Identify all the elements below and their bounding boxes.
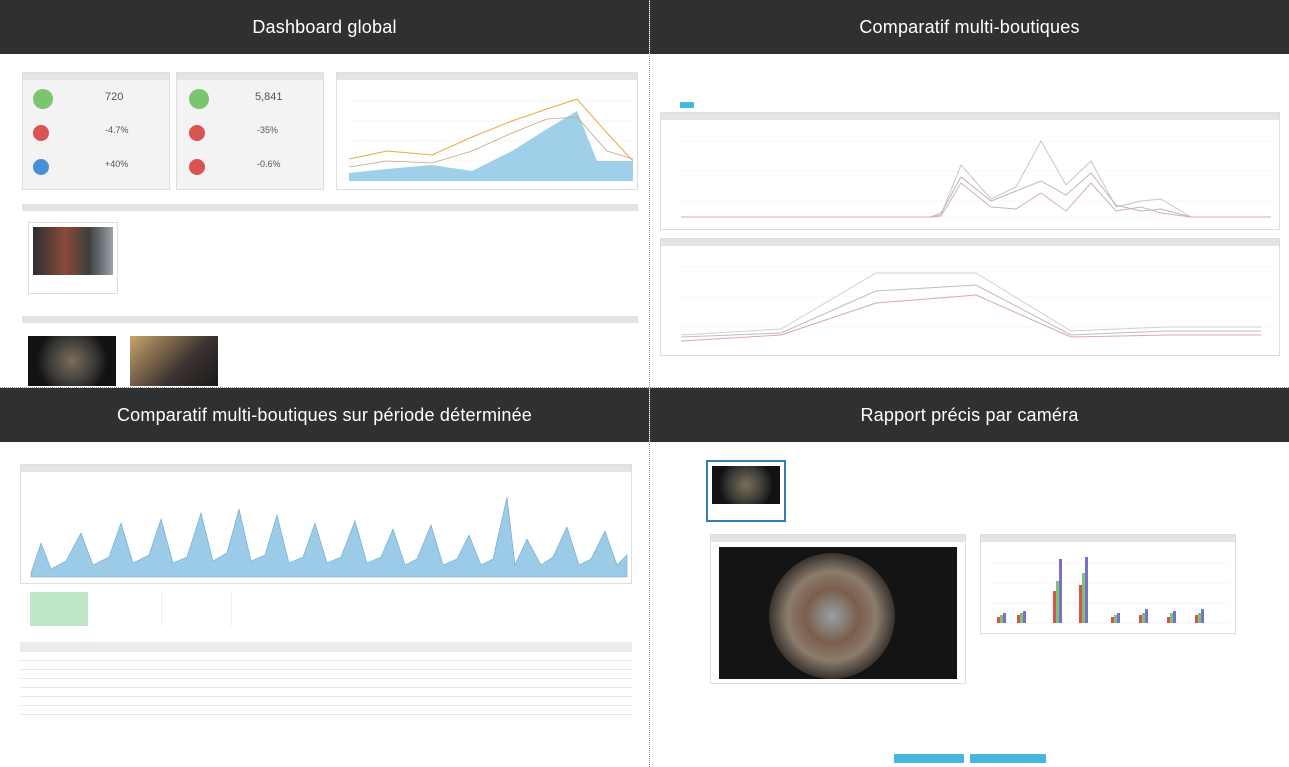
camera-select-card[interactable] xyxy=(706,460,786,522)
action-button-2[interactable] xyxy=(970,754,1046,763)
chart-header xyxy=(21,465,631,472)
kpi-delta-day: -4.7% xyxy=(105,125,129,135)
fisheye-thumbnail-1[interactable] xyxy=(28,336,116,386)
kpi-box-header xyxy=(23,73,169,80)
panel-dashboard-global: Dashboard global 720 -4.7% +40% 5,841 -3… xyxy=(0,0,649,387)
vertical-divider xyxy=(649,0,650,767)
day-chart-box xyxy=(660,112,1280,230)
page: Dashboard global 720 -4.7% +40% 5,841 -3… xyxy=(0,0,1289,767)
bar-chart-box xyxy=(980,534,1236,634)
camera-thumbnail xyxy=(712,466,780,504)
period-area-chart xyxy=(30,496,628,578)
hour-chart-box xyxy=(660,238,1280,356)
day-counter-chart xyxy=(681,139,1271,218)
thumbs-up-icon xyxy=(33,89,53,109)
chart-header xyxy=(661,239,1279,246)
panel-comparatif-multi-boutiques: Comparatif multi-boutiques xyxy=(650,0,1289,387)
live-view-header xyxy=(711,535,965,542)
table-row xyxy=(20,660,632,670)
kpi-value: 720 xyxy=(105,91,124,103)
period-data-table xyxy=(20,642,632,715)
table-row xyxy=(20,705,632,715)
thumbs-up-icon xyxy=(189,89,209,109)
series-a xyxy=(680,272,1261,336)
bar-group-4 xyxy=(1079,557,1088,623)
trend-icon xyxy=(33,159,49,175)
bar-group-5 xyxy=(1111,613,1120,623)
action-button-1[interactable] xyxy=(894,754,964,763)
table-row xyxy=(20,651,632,661)
bar-group-6 xyxy=(1139,609,1148,623)
period-area-series xyxy=(30,496,628,578)
period-screenshot xyxy=(0,442,649,767)
kpi-box-visitors: 720 -4.7% +40% xyxy=(22,72,170,190)
panel-title: Rapport précis par caméra xyxy=(650,388,1289,442)
bar-group-7 xyxy=(1167,611,1176,623)
thumbs-down-icon xyxy=(189,125,205,141)
summary-card-green xyxy=(30,592,88,626)
table-row xyxy=(20,669,632,679)
bar-group-3 xyxy=(1053,559,1062,623)
table-row xyxy=(20,696,632,706)
area-series xyxy=(349,111,633,181)
camera-thumbnail xyxy=(33,227,113,275)
area-chart xyxy=(348,98,634,182)
panel-title: Comparatif multi-boutiques xyxy=(650,0,1289,54)
horizontal-divider xyxy=(0,387,1289,388)
series-c xyxy=(680,294,1261,342)
series-b xyxy=(680,284,1261,338)
chart-header xyxy=(337,73,637,80)
kpi-value: 5,841 xyxy=(255,91,283,103)
kpi-box-entries: 5,841 -35% -0.6% xyxy=(176,72,324,190)
thumbs-down-icon xyxy=(33,125,49,141)
camera-report-screenshot xyxy=(650,442,1289,767)
summary-card-2 xyxy=(100,592,162,626)
period-chart-box xyxy=(20,464,632,584)
chart-header xyxy=(981,535,1235,542)
thumbs-down-icon xyxy=(189,159,205,175)
panel-comparatif-periode: Comparatif multi-boutiques sur période d… xyxy=(0,388,649,767)
hour-counter-chart xyxy=(680,266,1271,342)
line-chart-box xyxy=(336,72,638,190)
bar-group-2 xyxy=(1017,611,1026,623)
camera-card[interactable] xyxy=(28,222,118,294)
kpi-delta-week: +40% xyxy=(105,159,129,169)
bar-group-1 xyxy=(997,613,1006,623)
kpi-box-header xyxy=(177,73,323,80)
panel-title: Dashboard global xyxy=(0,0,649,54)
tab-active[interactable] xyxy=(680,102,694,108)
section-header-cameras xyxy=(22,204,638,211)
kpi-delta-day: -35% xyxy=(257,125,279,135)
table-row xyxy=(20,678,632,688)
table-header-row xyxy=(20,642,632,652)
bar-group-8 xyxy=(1195,609,1204,623)
summary-card-4 xyxy=(240,592,310,626)
table-row xyxy=(20,687,632,697)
panel-rapport-camera: Rapport précis par caméra xyxy=(650,388,1289,767)
camera-bar-chart xyxy=(991,557,1229,624)
summary-card-3 xyxy=(170,592,232,626)
dashboard-screenshot: 720 -4.7% +40% 5,841 -35% -0.6% xyxy=(0,54,649,387)
comparison-screenshot xyxy=(650,54,1289,387)
fisheye-image xyxy=(769,553,895,679)
live-view-box xyxy=(710,534,966,684)
section-header-fisheye xyxy=(22,316,638,323)
series-a xyxy=(681,139,1271,218)
chart-header xyxy=(661,113,1279,120)
fisheye-thumbnail-2[interactable] xyxy=(130,336,218,386)
panel-title: Comparatif multi-boutiques sur période d… xyxy=(0,388,649,442)
fisheye-live-view xyxy=(719,547,957,679)
kpi-delta-week: -0.6% xyxy=(257,159,281,169)
